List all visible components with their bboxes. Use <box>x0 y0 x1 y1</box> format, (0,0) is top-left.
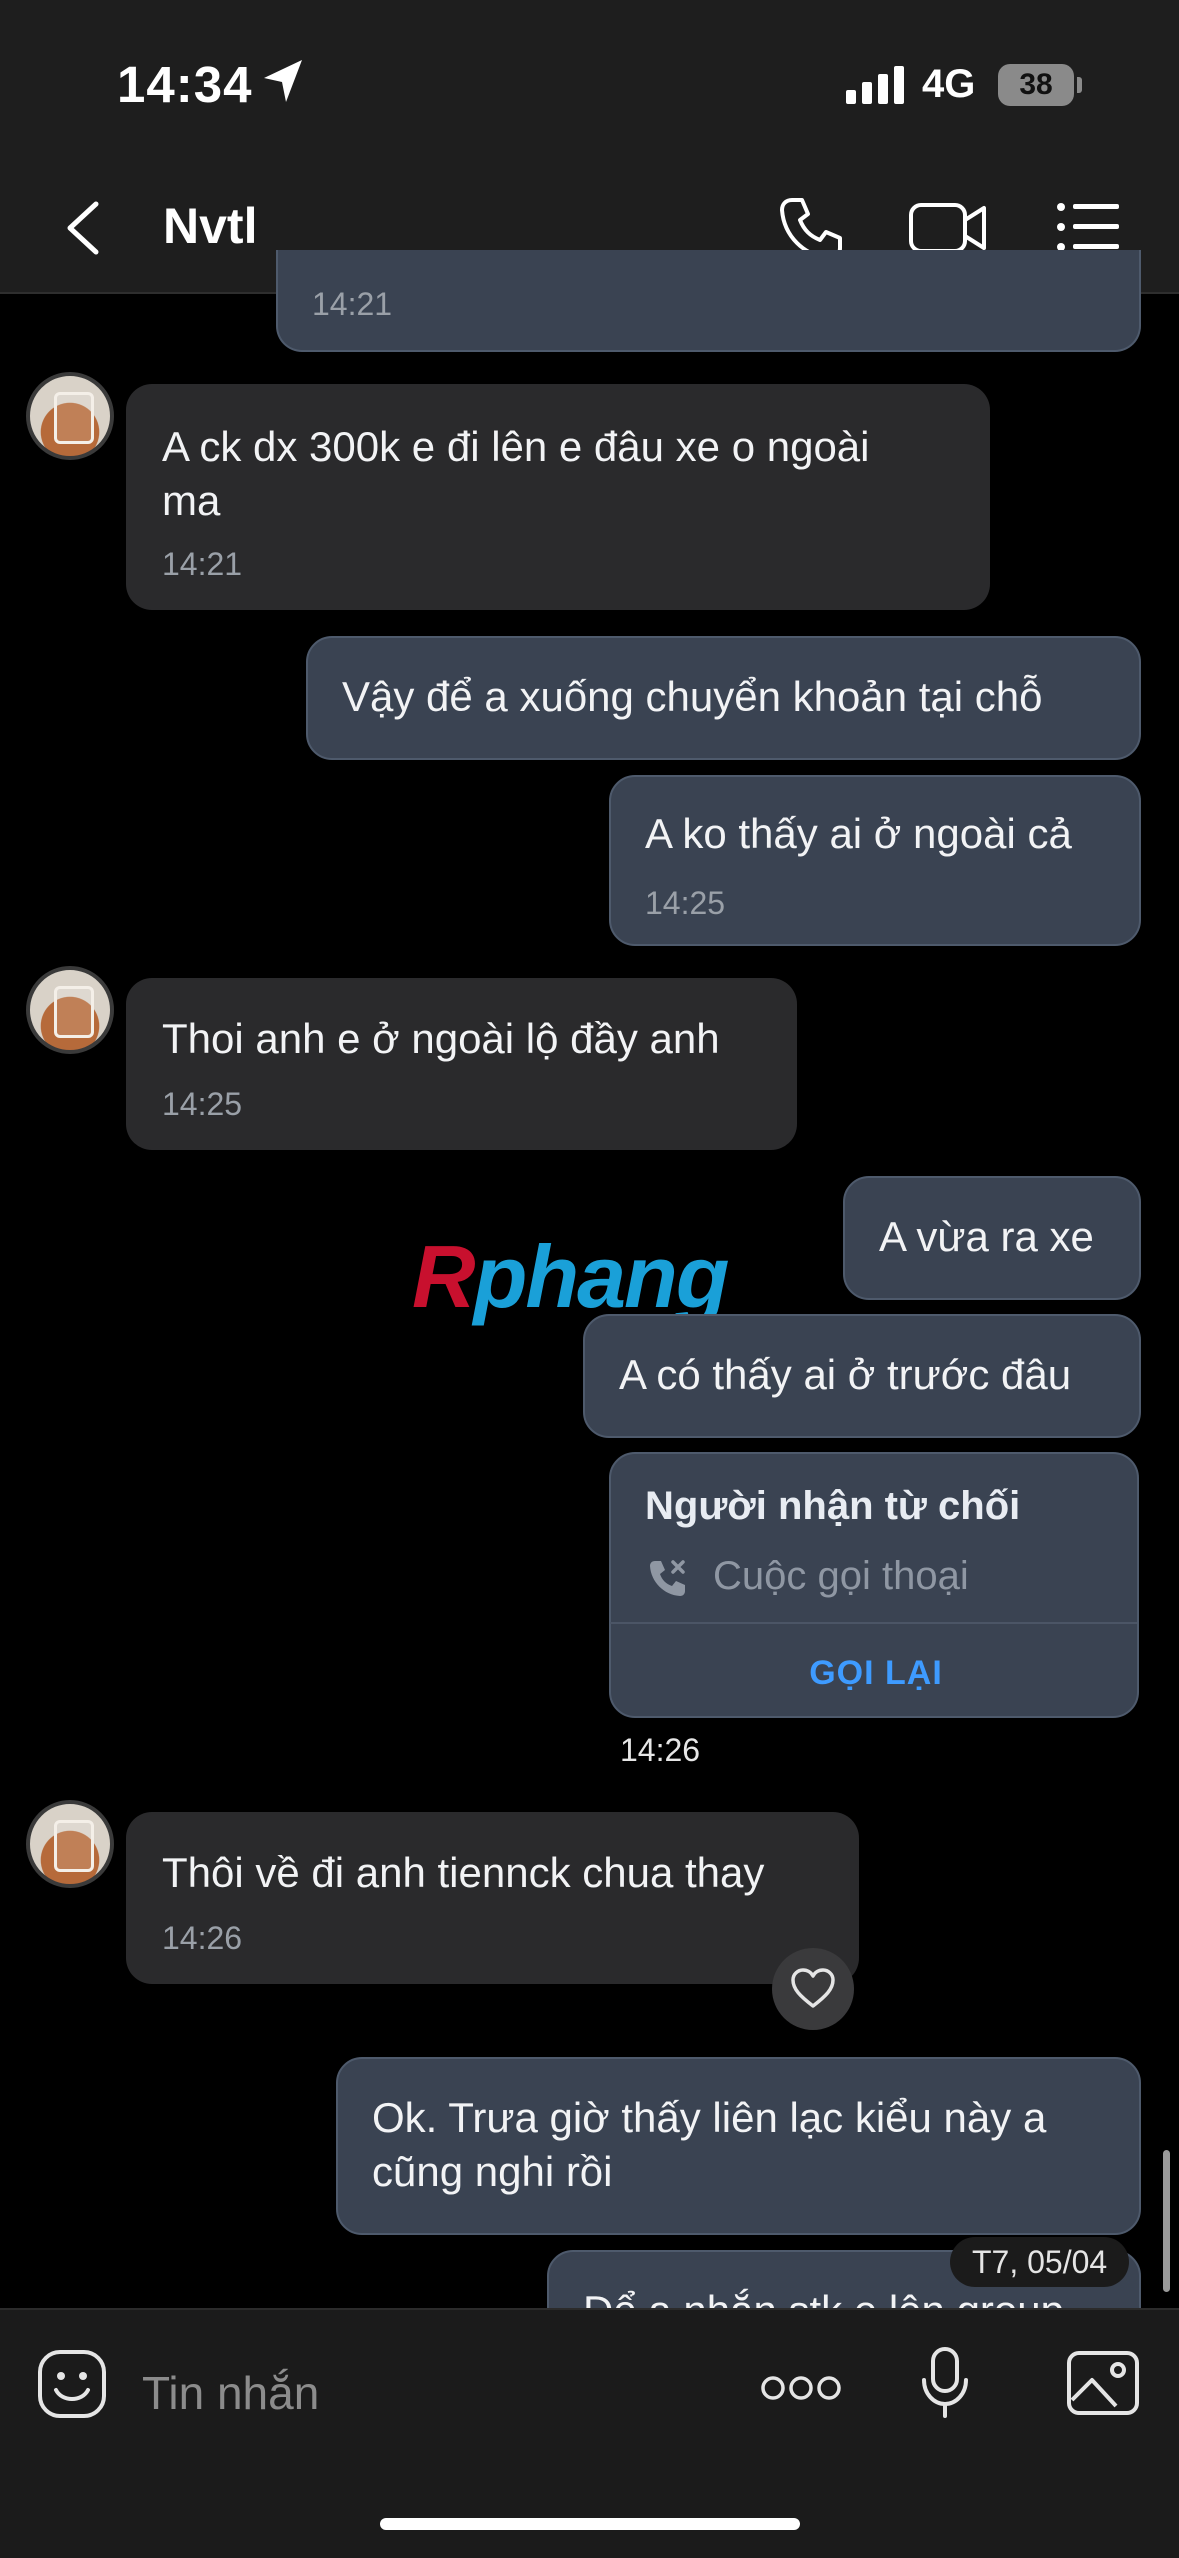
message-time: 14:21 <box>312 286 393 322</box>
call-time: 14:26 <box>620 1732 701 1768</box>
signal-icon <box>846 66 904 104</box>
watermark-logo: Rphang <box>412 1227 730 1326</box>
message-bubble-outgoing[interactable]: A ko thấy ai ở ngoài cả 14:25 <box>609 775 1141 946</box>
conversation-title[interactable]: Nvtl <box>163 197 257 255</box>
video-call-icon[interactable] <box>908 200 988 256</box>
message-bubble-outgoing[interactable]: A vừa ra xe <box>843 1176 1141 1300</box>
message-text: Ok. Trưa giờ thấy liên lạc kiểu này a cũ… <box>372 2094 1047 2195</box>
message-bubble-outgoing[interactable]: Ok. Trưa giờ thấy liên lạc kiểu này a cũ… <box>336 2057 1141 2235</box>
message-time: 14:26 <box>162 1920 243 1956</box>
message-text: A vừa ra xe <box>879 1213 1094 1260</box>
date-separator: T7, 05/04 <box>950 2237 1130 2287</box>
status-time: 14:34 <box>117 56 253 113</box>
message-bubble-outgoing[interactable]: A có thấy ai ở trước đâu <box>583 1314 1141 1438</box>
message-text: Thôi về đi anh tiennck chua thay <box>162 1849 765 1896</box>
more-options-icon[interactable] <box>760 2374 842 2402</box>
message-time: 14:25 <box>645 885 726 921</box>
network-type: 4G <box>922 62 976 106</box>
contact-avatar[interactable] <box>26 372 114 460</box>
declined-call-icon <box>650 1560 685 1596</box>
react-heart-button[interactable] <box>772 1948 854 2030</box>
missed-call-card[interactable]: Người nhận từ chối Cuộc gọi thoại GỌI LẠ… <box>609 1452 1139 1718</box>
battery-icon: 38 <box>998 64 1074 106</box>
menu-list-icon[interactable] <box>1057 202 1121 252</box>
message-bubble-outgoing[interactable]: Vậy để a xuống chuyển khoản tại chỗ <box>306 636 1141 760</box>
message-bubble-incoming[interactable]: Thôi về đi anh tiennck chua thay 14:26 <box>126 1812 859 1984</box>
location-arrow-icon <box>264 60 302 102</box>
call-status-title: Người nhận từ chối <box>645 1484 1021 1528</box>
message-bubble-incoming[interactable]: Thoi anh e ở ngoài lộ đầy anh 14:25 <box>126 978 797 1150</box>
message-bubble-incoming[interactable]: A ck dx 300k e đi lên e đâu xe o ngoài m… <box>126 384 990 610</box>
message-time: 14:25 <box>162 1086 243 1122</box>
message-bubble-outgoing[interactable]: 14:21 <box>276 250 1141 352</box>
microphone-icon[interactable] <box>920 2346 970 2420</box>
heart-icon <box>791 1968 835 2008</box>
emoji-sticker-icon[interactable] <box>36 2348 108 2420</box>
message-text: Thoi anh e ở ngoài lộ đầy anh <box>162 1015 720 1062</box>
message-input[interactable] <box>140 2352 704 2434</box>
battery-cap <box>1077 77 1082 93</box>
message-text: A ko thấy ai ở ngoài cả <box>645 810 1072 857</box>
back-arrow-icon[interactable] <box>58 198 108 258</box>
contact-avatar[interactable] <box>26 1800 114 1888</box>
message-text: Vậy để a xuống chuyển khoản tại chỗ <box>342 673 1043 720</box>
call-back-button[interactable]: GỌI LẠI <box>611 1654 1141 1693</box>
call-type-label: Cuộc gọi thoại <box>713 1554 969 1598</box>
message-text: A có thấy ai ở trước đâu <box>619 1351 1072 1398</box>
call-card-divider <box>610 1622 1137 1624</box>
home-indicator[interactable] <box>380 2518 800 2530</box>
message-text: A ck dx 300k e đi lên e đâu xe o ngoài m… <box>162 423 870 524</box>
scrollbar-thumb[interactable] <box>1163 2150 1170 2292</box>
message-time: 14:21 <box>162 546 243 582</box>
image-gallery-icon[interactable] <box>1066 2350 1140 2416</box>
contact-avatar[interactable] <box>26 966 114 1054</box>
